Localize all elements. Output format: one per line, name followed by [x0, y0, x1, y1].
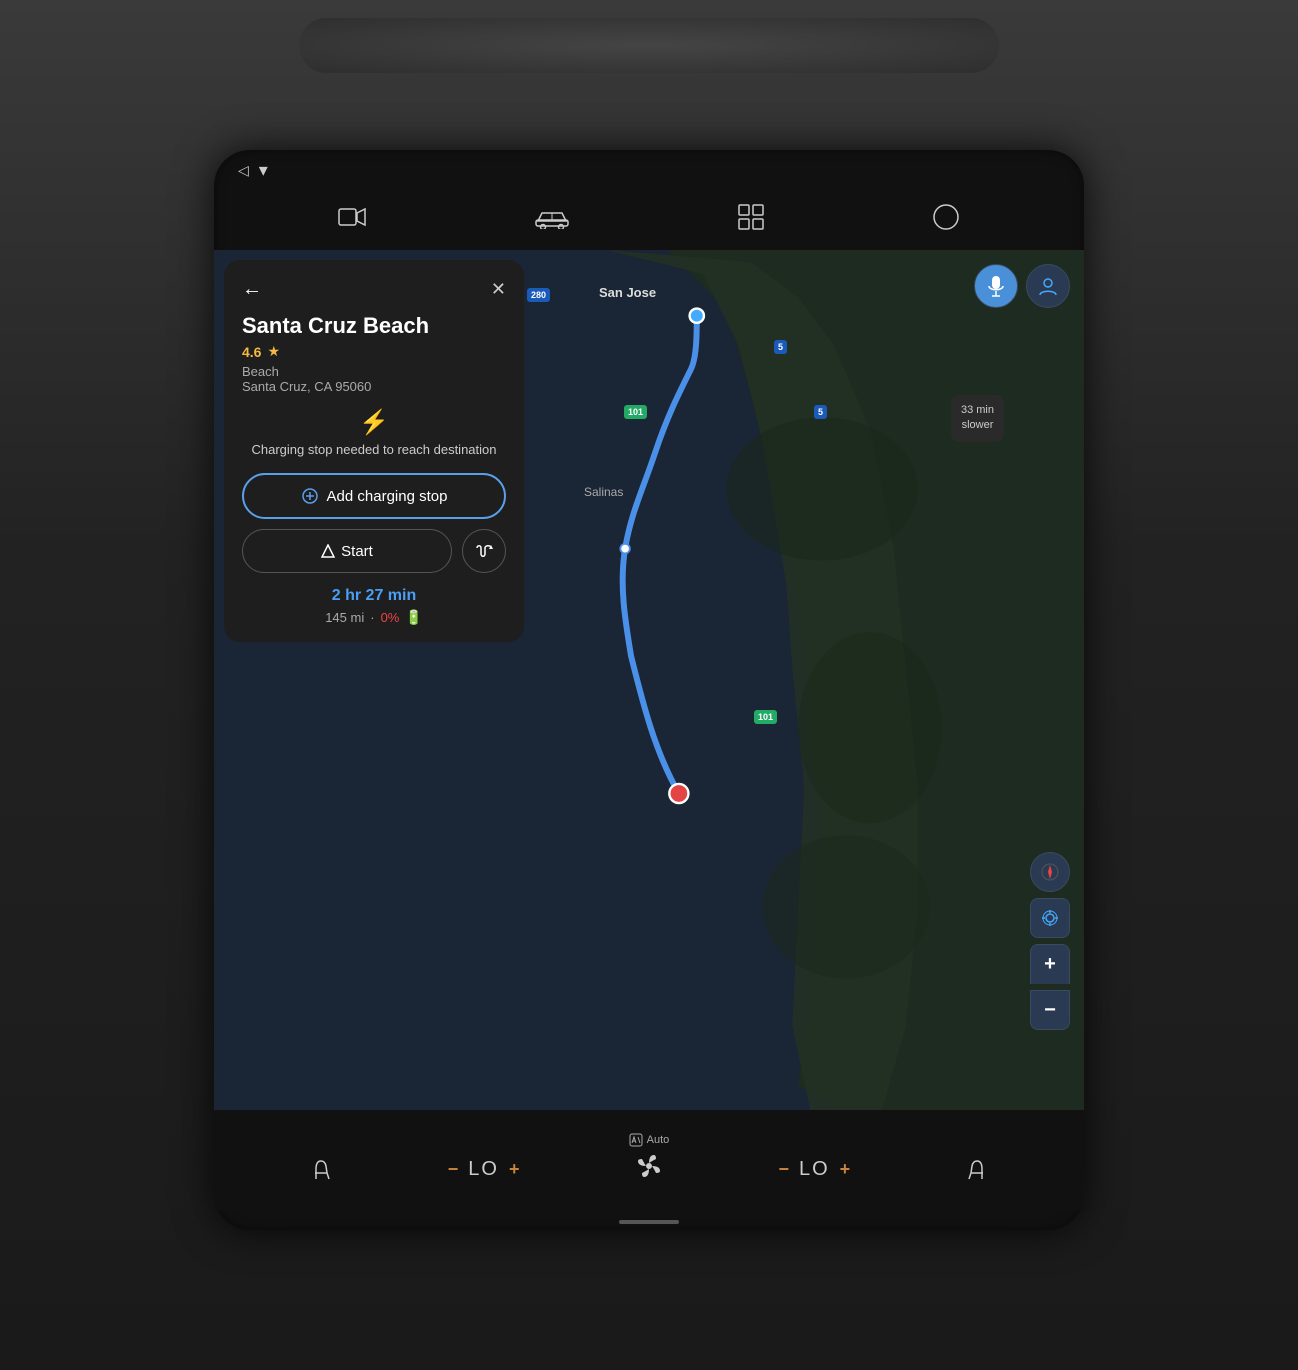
account-button[interactable]: [1026, 264, 1070, 308]
charging-text: Charging stop needed to reach destinatio…: [242, 441, 506, 459]
climate-row: − LO + − LO: [214, 1151, 1084, 1188]
panel-back-button[interactable]: ←: [242, 278, 262, 301]
car-nav-icon[interactable]: [534, 205, 570, 236]
route-options-button[interactable]: [462, 529, 506, 573]
circle-nav-icon[interactable]: [932, 203, 960, 238]
left-temp-level: LO: [468, 1158, 499, 1181]
panel-header: ← ✕: [242, 278, 506, 301]
traffic-text: 33 min slower: [961, 404, 994, 431]
panel-close-button[interactable]: ✕: [491, 279, 506, 300]
zoom-out-label: −: [1044, 999, 1056, 1022]
auto-icon: [629, 1133, 643, 1147]
main-content: San Jose Salinas 280 101 5 5 101 33 min …: [214, 250, 1084, 1110]
charging-notice: ⚡ Charging stop needed to reach destinat…: [242, 408, 506, 459]
map-top-right-controls: [974, 264, 1070, 308]
route-options-icon: [475, 544, 493, 558]
right-climate-ctrl: − LO +: [778, 1158, 850, 1181]
right-temp-increase[interactable]: +: [840, 1159, 851, 1180]
start-icon: [321, 544, 335, 558]
compass-button[interactable]: [1030, 852, 1070, 892]
highway-5-label: 5: [774, 340, 787, 354]
zoom-out-button[interactable]: −: [1030, 990, 1070, 1030]
left-temp-increase[interactable]: +: [509, 1159, 520, 1180]
trip-info: 2 hr 27 min 145 mi · 0% 🔋: [242, 587, 506, 626]
trip-distance: 145 mi: [325, 610, 364, 625]
rating-star: ★: [267, 343, 280, 360]
right-temp-decrease[interactable]: −: [778, 1159, 789, 1180]
left-temp-decrease[interactable]: −: [448, 1159, 459, 1180]
speaker-grille: [299, 18, 999, 73]
bolt-icon: ⚡: [242, 408, 506, 437]
zoom-in-button[interactable]: +: [1030, 944, 1070, 984]
map-controls: + −: [1030, 852, 1070, 1030]
add-charging-stop-button[interactable]: Add charging stop: [242, 473, 506, 519]
zoom-in-label: +: [1044, 953, 1056, 976]
highway-101-label: 101: [624, 405, 647, 419]
auto-label-row: Auto: [629, 1133, 670, 1147]
top-nav: [214, 190, 1084, 250]
seat-right-icon: [965, 1151, 987, 1187]
screen-bezel: ◁ ▾: [214, 150, 1084, 1230]
highway-280-label: 280: [527, 288, 550, 302]
highway-101b-label: 101: [754, 710, 777, 724]
rating-row: 4.6 ★: [242, 343, 506, 360]
right-temp-level: LO: [799, 1158, 830, 1181]
grid-icon[interactable]: [738, 204, 764, 237]
seat-left-icon: [311, 1151, 333, 1187]
start-button[interactable]: Start: [242, 529, 452, 573]
trip-time: 2 hr 27 min: [242, 587, 506, 605]
highway-5b-label: 5: [814, 405, 827, 419]
san-jose-map-label: San Jose: [599, 285, 656, 300]
map-background[interactable]: San Jose Salinas 280 101 5 5 101 33 min …: [214, 250, 1084, 1110]
wifi-icon: ▾: [259, 160, 268, 181]
rating-number: 4.6: [242, 344, 261, 360]
bottom-handle: [619, 1220, 679, 1224]
auto-text: Auto: [647, 1134, 670, 1146]
salinas-map-label: Salinas: [584, 485, 623, 499]
place-name: Santa Cruz Beach: [242, 313, 506, 339]
trip-separator: ·: [370, 610, 374, 625]
start-label: Start: [341, 543, 373, 560]
info-panel: ← ✕ Santa Cruz Beach 4.6 ★ Beach Santa C…: [224, 260, 524, 642]
battery-percent: 0%: [381, 610, 400, 625]
traffic-badge: 33 min slower: [951, 395, 1004, 442]
car-surround: ◁ ▾: [0, 0, 1298, 1370]
locate-button[interactable]: [1030, 898, 1070, 938]
nav-arrow-icon: ◁: [238, 162, 249, 179]
add-charging-label: Add charging stop: [327, 488, 448, 505]
place-type: Beach: [242, 364, 506, 379]
place-address: Santa Cruz, CA 95060: [242, 379, 506, 394]
bottom-climate-bar: Auto − LO +: [214, 1110, 1084, 1210]
trip-details: 145 mi · 0% 🔋: [242, 609, 506, 626]
left-climate-ctrl: − LO +: [448, 1158, 520, 1181]
battery-icon: 🔋: [405, 609, 422, 626]
status-bar: ◁ ▾: [214, 150, 1084, 190]
action-row: Start: [242, 529, 506, 573]
charging-pin-icon: [301, 487, 319, 505]
fan-icon: [634, 1151, 664, 1188]
mic-button[interactable]: [974, 264, 1018, 308]
camera-icon[interactable]: [338, 206, 366, 234]
